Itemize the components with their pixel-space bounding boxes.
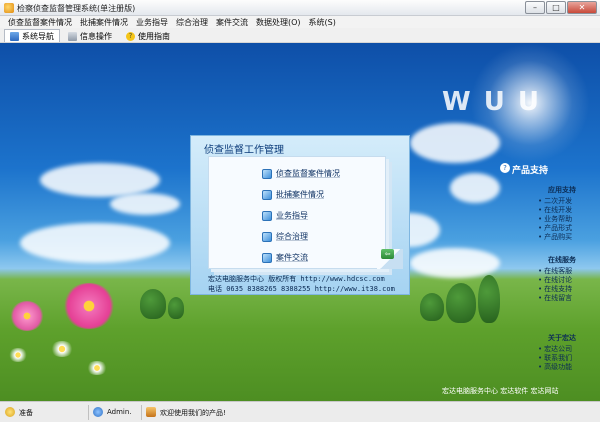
close-button[interactable]: ✕ [567,1,597,14]
pink-flower [62,283,116,329]
menu-arrest-cases[interactable]: 批捕案件情况 [76,17,132,28]
document-icon [262,189,272,200]
document-icon [262,231,272,242]
daisy [50,341,74,357]
nav-label: 案件交流 [276,253,308,262]
question-icon: ? [500,163,510,173]
navigation-icon [10,31,19,41]
daisy [86,361,108,375]
tree [446,283,476,323]
exit-button[interactable]: ⇦ [381,249,394,259]
ready-icon [5,407,15,417]
document-icon [262,210,272,221]
daisy [8,348,28,362]
tab-label: 信息操作 [80,31,112,41]
dialog-footer-line: 宏达电脑服务中心 版权所有 http://www.hdcsc.com [208,275,385,283]
info-icon [68,31,77,41]
brand-logo-text: W U U [442,87,542,117]
status-separator [88,405,89,420]
tab-system-navigation[interactable]: 系统导航 [4,29,60,42]
close-icon: ✕ [578,3,586,12]
menu-case-status[interactable]: 侦查监督案件情况 [4,17,76,28]
cloud [410,248,500,278]
nav-arrest-cases[interactable]: 批捕案件情况 [262,189,324,200]
minimize-button[interactable]: – [525,1,545,14]
background-footer: 宏达电脑服务中心 宏达软件 宏达网站 [442,387,559,395]
status-ready: 准备 [19,409,33,417]
support-heading: 关于宏达 [548,334,576,342]
support-link[interactable]: 产品购买 [538,232,572,242]
pink-flower [10,301,44,331]
tree [420,293,444,321]
document-icon [262,168,272,179]
cloud [450,173,500,203]
tab-user-guide[interactable]: ? 使用指南 [120,29,176,42]
menu-case-exchange[interactable]: 案件交流 [212,17,252,28]
maximize-button[interactable]: □ [546,1,566,14]
document-icon [262,252,272,263]
support-title: 产品支持 [512,166,549,176]
app-icon [4,3,14,13]
nav-business-guidance[interactable]: 业务指导 [262,210,308,221]
menu-system[interactable]: 系统(S) [305,17,340,28]
tab-label: 使用指南 [138,31,170,41]
desktop-background: W U U ? 产品支持 应用支持 二次开发 在线开发 业务帮助 产品形式 产品… [0,43,600,401]
support-link[interactable]: 在线留言 [538,293,572,303]
dialog-paper-panel: 侦查监督案件情况 批捕案件情况 业务指导 综合治理 案件交流 ⇦ [208,156,403,269]
tab-info-operation[interactable]: 信息操作 [62,29,118,42]
user-icon [93,407,103,417]
nav-label: 综合治理 [276,232,308,241]
nav-case-exchange[interactable]: 案件交流 [262,252,308,263]
support-link[interactable]: 高级功能 [538,362,572,372]
nav-label: 批捕案件情况 [276,190,324,199]
house-icon [146,407,156,417]
tree [140,289,166,319]
tree [478,275,500,323]
dialog-footer-line: 电话 0635 8388265 8388255 http://www.it38.… [208,285,395,293]
nav-case-status[interactable]: 侦查监督案件情况 [262,168,340,179]
status-welcome: 欢迎使用我们的产品! [160,409,226,417]
menu-business-guidance[interactable]: 业务指导 [132,17,172,28]
cloud [40,163,160,197]
dialog-title: 侦查监督工作管理 [204,145,284,156]
tab-label: 系统导航 [22,31,54,41]
cloud [110,193,180,215]
cloud [410,123,500,163]
menu-bar: 侦查监督案件情况 批捕案件情况 业务指导 综合治理 案件交流 数据处理(O) 系… [0,16,600,28]
status-user: Admin. [107,408,132,416]
nav-comprehensive-governance[interactable]: 综合治理 [262,231,308,242]
tree [168,297,184,319]
nav-label: 业务指导 [276,211,308,220]
menu-data-processing[interactable]: 数据处理(O) [252,17,305,28]
title-bar: 检察侦查监督管理系统(单注册版) – □ ✕ [0,0,600,16]
status-bar: 准备 Admin. 欢迎使用我们的产品! [0,401,600,422]
work-management-dialog: 侦查监督工作管理 侦查监督案件情况 批捕案件情况 业务指导 综合治理 案件交流 [190,135,410,295]
status-separator [141,405,142,420]
minimize-icon: – [533,3,537,12]
cloud [20,223,170,263]
nav-label: 侦查监督案件情况 [276,169,340,178]
support-heading: 应用支持 [548,186,576,194]
support-heading: 在线服务 [548,256,576,264]
help-icon: ? [126,31,135,41]
window-title: 检察侦查监督管理系统(单注册版) [17,4,136,13]
menu-comprehensive-governance[interactable]: 综合治理 [172,17,212,28]
maximize-icon: □ [552,3,560,12]
tab-bar: 系统导航 信息操作 ? 使用指南 [0,28,600,43]
